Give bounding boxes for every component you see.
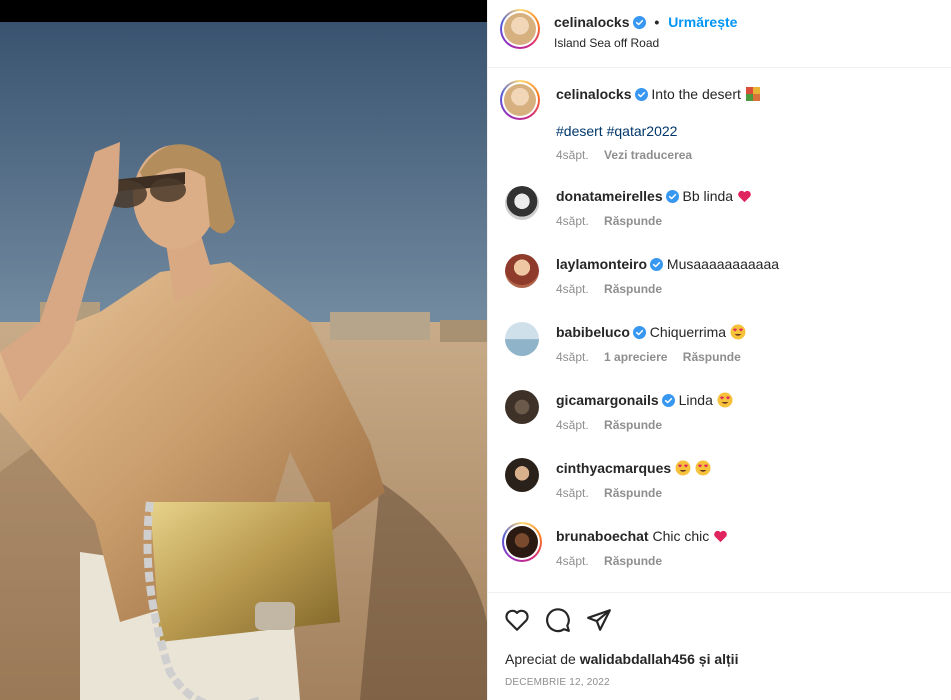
red-heart-emoji-icon — [714, 530, 727, 543]
post-date[interactable]: DECEMBRIE 12, 2022 — [505, 677, 610, 688]
comment-icon[interactable] — [545, 607, 571, 633]
puzzle-emoji-icon — [745, 87, 760, 101]
likes-count[interactable]: 1 apreciere — [604, 350, 667, 364]
comment-text: Chiquerrima — [649, 324, 727, 340]
comment-time[interactable]: 4săpt. — [556, 418, 589, 432]
caption-text: Into the desert — [651, 86, 741, 102]
verified-badge-icon — [661, 394, 675, 407]
verified-badge-icon — [650, 258, 664, 271]
reply-button[interactable]: Răspunde — [604, 418, 662, 432]
caption-avatar[interactable] — [500, 80, 540, 120]
reply-button[interactable]: Răspunde — [683, 350, 741, 364]
comment-username[interactable]: laylamonteiro — [556, 256, 647, 272]
comment-item: donatameirelles Bb linda 4săpt. Răspunde — [488, 178, 951, 246]
caption-hashtags[interactable]: #desert #qatar2022 — [556, 122, 677, 140]
comment-avatar[interactable] — [505, 254, 539, 288]
post-media — [0, 0, 487, 700]
comment-avatar[interactable] — [502, 522, 542, 562]
caption: celinalocks Into the desert #desert #qat… — [488, 68, 951, 178]
comment-avatar[interactable] — [505, 390, 539, 424]
heart-eyes-emoji-icon — [717, 392, 733, 408]
comment-time[interactable]: 4săpt. — [556, 214, 589, 228]
media-top-bar — [0, 0, 487, 22]
comment-item: brunaboechat Chic chic 4săpt. Răspunde — [488, 518, 951, 592]
comment-avatar[interactable] — [505, 322, 539, 356]
comment-item: laylamonteiro Musaaaaaaaaaaa 4săpt. Răsp… — [488, 246, 951, 314]
comment-text: Linda — [678, 392, 713, 408]
heart-eyes-emoji-icon — [695, 460, 711, 476]
verified-badge-icon — [632, 326, 646, 339]
caption-time[interactable]: 4săpt. — [556, 148, 589, 162]
post-photo[interactable] — [0, 22, 487, 700]
reply-button[interactable]: Răspunde — [604, 214, 662, 228]
post-sidebar: celinalocks • Urmărește Island Sea off R… — [487, 0, 951, 700]
comment-time[interactable]: 4săpt. — [556, 486, 589, 500]
follow-button[interactable]: Urmărește — [668, 14, 737, 30]
comment-username[interactable]: babibeluco — [556, 324, 630, 340]
verified-badge-icon — [632, 16, 646, 29]
post-actions: Apreciat de walidabdallah456 și alții DE… — [488, 592, 951, 700]
liked-prefix: Apreciat de — [505, 651, 576, 667]
comment-username[interactable]: donatameirelles — [556, 188, 663, 204]
liked-by: Apreciat de walidabdallah456 și alții — [505, 651, 738, 667]
author-username[interactable]: celinalocks — [554, 14, 630, 30]
heart-eyes-emoji-icon — [730, 324, 746, 340]
verified-badge-icon — [665, 190, 679, 203]
heart-eyes-emoji-icon — [675, 460, 691, 476]
reply-button[interactable]: Răspunde — [604, 486, 662, 500]
comment-text: Bb linda — [682, 188, 734, 204]
comment-text: Chic chic — [652, 528, 710, 544]
reply-button[interactable]: Răspunde — [604, 282, 662, 296]
location-link[interactable]: Island Sea off Road — [554, 36, 659, 50]
comment-time[interactable]: 4săpt. — [556, 282, 589, 296]
comment-item: babibeluco Chiquerrima 4săpt. 1 aprecier… — [488, 314, 951, 382]
translate-button[interactable]: Vezi traducerea — [604, 148, 692, 162]
separator-dot: • — [654, 14, 660, 30]
comment-time[interactable]: 4săpt. — [556, 554, 589, 568]
comment-avatar[interactable] — [505, 186, 539, 220]
share-icon[interactable] — [586, 607, 612, 633]
liked-user[interactable]: walidabdallah456 — [580, 651, 695, 667]
heart-icon[interactable] — [504, 607, 530, 633]
author-avatar[interactable] — [500, 9, 540, 49]
comment-item: gicamargonails Linda 4săpt. Răspunde — [488, 382, 951, 450]
red-heart-emoji-icon — [738, 190, 751, 203]
comment-username[interactable]: brunaboechat — [556, 528, 649, 544]
comment-avatar[interactable] — [505, 458, 539, 492]
comment-time[interactable]: 4săpt. — [556, 350, 589, 364]
caption-username[interactable]: celinalocks — [556, 86, 632, 102]
post-header: celinalocks • Urmărește Island Sea off R… — [488, 0, 951, 68]
comments-list: celinalocks Into the desert #desert #qat… — [488, 68, 951, 592]
comment-username[interactable]: gicamargonails — [556, 392, 659, 408]
liked-others[interactable]: și alții — [699, 651, 739, 667]
comment-item: cinthyacmarques 4săpt. Răspunde — [488, 450, 951, 518]
comment-username[interactable]: cinthyacmarques — [556, 460, 671, 476]
comment-text: Musaaaaaaaaaaa — [666, 256, 780, 272]
verified-badge-icon — [634, 88, 648, 101]
reply-button[interactable]: Răspunde — [604, 554, 662, 568]
